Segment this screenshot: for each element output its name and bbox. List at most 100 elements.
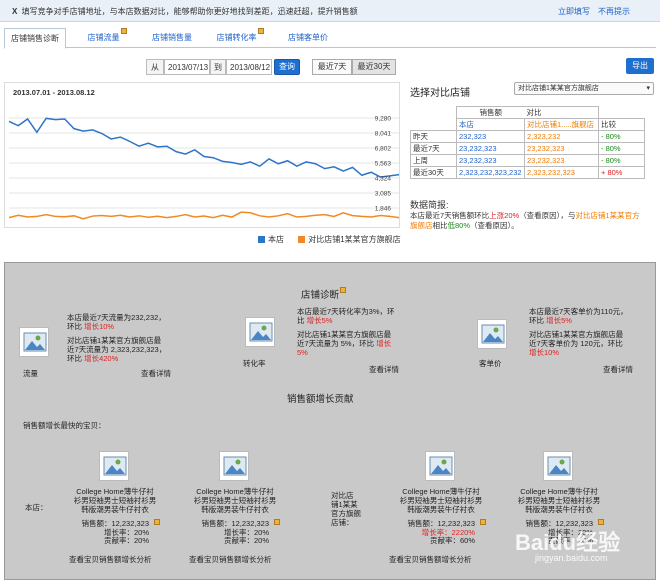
compare-table: 销售额 对比 本店 对比店铺1.....旗舰店 比较 昨天 232,323 2,… xyxy=(410,106,645,179)
title-line: 韩版潮男装牛仔衬衣 xyxy=(81,505,149,514)
text-highlight: 增长10% xyxy=(84,322,115,331)
product-image-icon xyxy=(425,451,455,481)
growth-title: 销售额增长贡献 xyxy=(287,394,354,405)
query-button[interactable]: 查询 xyxy=(274,59,300,75)
title-line: 韩版潮男装牛仔衬衣 xyxy=(407,505,475,514)
product-title[interactable]: College Home薄牛仔衬 衫男短袖男士短袖衬衫男 韩版潮男装牛仔衬衣 xyxy=(179,487,291,514)
notice-text: X 填写竞争对手店铺地址，与本店数据对比，能够帮助你更好地找到差距，迅速赶超，提… xyxy=(12,6,358,17)
picture-icon xyxy=(120,28,127,34)
title-line: 衫男短袖男士短袖衬衫男 xyxy=(73,496,157,505)
product-image-icon xyxy=(543,451,573,481)
text-line: 近7天流量为 2,323,232,323， xyxy=(67,345,167,354)
title-line: 衫男短袖男士短袖衬衫男 xyxy=(517,496,601,505)
tab-aov[interactable]: 店铺客单价 xyxy=(280,28,336,48)
brief-rise: 上涨20% xyxy=(489,211,520,220)
other-value: 2,323,232,323 xyxy=(524,166,599,179)
traffic-detail-link[interactable]: 查看详情 xyxy=(141,369,171,378)
text-highlight: 增长420% xyxy=(84,354,119,363)
tab-bar: 店铺销售诊断 店铺流量 店铺销售量 店铺转化率 店铺客单价 xyxy=(4,28,656,49)
last-7-days-button[interactable]: 最近7天 xyxy=(312,59,352,75)
growth-analysis-link[interactable]: 查看宝贝销售额增长分析 xyxy=(69,555,152,564)
chart-canvas: 9,280 8,041 6,802 5,563 4,324 3,085 1,846 2013.… xyxy=(8,88,400,220)
picture-icon xyxy=(274,519,280,525)
title-line: 韩版潮男装牛仔衬衣 xyxy=(201,505,269,514)
title-line: College Home薄牛仔衬 xyxy=(520,487,598,496)
growth-analysis-text[interactable]: 查看宝贝销售额增长分析 xyxy=(389,555,472,564)
product-stats: 销售额：12,232,323 增长率：20% 贡献率：20% xyxy=(193,519,269,546)
notice-bar: X 填写竞争对手店铺地址，与本店数据对比，能够帮助你更好地找到差距，迅速赶超，提… xyxy=(0,0,660,22)
table-row: 昨天 232,323 2,323,232 - 80% xyxy=(410,130,645,143)
close-icon[interactable]: X xyxy=(12,7,17,16)
conversion-text: 本店最近7天转化率为3%，环 比 增长5% 对比店铺1某某官方旗舰店最 近7天流… xyxy=(297,307,409,357)
table-row: 最近30天 2,323,232,323,232 2,323,232,323 + … xyxy=(410,166,645,179)
tab-conversion[interactable]: 店铺转化率 xyxy=(212,28,268,48)
product-title[interactable]: College Home薄牛仔衬 衫男短袖男士短袖衬衫男 韩版潮男装牛仔衬衣 xyxy=(59,487,171,514)
brief-text: 本店最近7天销售额环比上涨20%（查看原因），与对比店铺1某某官方 旗舰店相比低… xyxy=(410,211,658,231)
conversion-image-icon xyxy=(245,317,275,347)
product-image-icon xyxy=(99,451,129,481)
y-tick-label: 8,041 xyxy=(375,131,392,138)
picture-icon xyxy=(257,28,264,34)
dont-remind-link[interactable]: 不再提示 xyxy=(598,6,630,17)
select-value: 对比店铺1某某官方旗舰店 xyxy=(518,85,599,92)
last-30-days-button[interactable]: 最近30天 xyxy=(352,59,396,75)
chevron-down-icon: ▾ xyxy=(646,85,650,92)
series-line-compare xyxy=(8,211,400,220)
fill-now-link[interactable]: 立即填写 xyxy=(558,6,590,17)
col-ratio-header: 比较 xyxy=(598,118,645,131)
row-label: 最近30天 xyxy=(410,166,457,179)
baidu-watermark-url: jingyan.baidu.com xyxy=(535,553,608,563)
row-label: 最近7天 xyxy=(410,142,457,155)
ratio-value: + 80% xyxy=(598,166,645,179)
product-title[interactable]: College Home薄牛仔衬 衫男短袖男士短袖衬衫男 韩版潮男装牛仔衬衣 xyxy=(385,487,497,514)
sales-trend-chart: 9,280 8,041 6,802 5,563 4,324 3,085 1,846 2013.… xyxy=(4,82,400,228)
brief-part: 相比 xyxy=(432,221,448,230)
tab-traffic[interactable]: 店铺流量 xyxy=(82,28,132,48)
conversion-label: 转化率 xyxy=(243,359,266,368)
ratio-value: - 80% xyxy=(598,142,645,155)
title-line: College Home薄牛仔衬 xyxy=(76,487,154,496)
to-label: 到 xyxy=(210,59,226,75)
y-tick-label: 4,324 xyxy=(375,176,392,183)
title-line: College Home薄牛仔衬 xyxy=(402,487,480,496)
notice-message: 填写竞争对手店铺地址，与本店数据对比，能够帮助你更好地找到差距，迅速赶超，提升销… xyxy=(21,7,358,16)
text-highlight: 增长 xyxy=(376,339,392,348)
own-store-label: 本店： xyxy=(25,503,48,512)
legend-swatch xyxy=(298,236,306,244)
y-tick-label: 3,085 xyxy=(375,191,392,198)
product-image-icon xyxy=(219,451,249,481)
compare-store-select[interactable]: 对比店铺1某某官方旗舰店 ▾ xyxy=(514,82,654,95)
aov-detail-link[interactable]: 查看详情 xyxy=(603,365,633,374)
tab-label: 店铺转化率 xyxy=(216,33,257,42)
text-highlight: 增长5% xyxy=(306,316,333,325)
tab-label: 店铺销售量 xyxy=(152,33,192,42)
tab-sales-volume[interactable]: 店铺销售量 xyxy=(144,28,200,48)
picture-icon xyxy=(154,519,160,525)
conversion-detail-link[interactable]: 查看详情 xyxy=(369,365,399,374)
growth-analysis-text[interactable]: 查看宝贝销售额增长分析 xyxy=(189,555,272,564)
chart-legend: 本店 对比店铺1某某官方旗舰店 xyxy=(258,234,401,245)
text-line: 对比店铺1某某官方旗舰店最 xyxy=(529,330,624,339)
text-highlight: 增长5% xyxy=(546,316,572,325)
product-title[interactable]: College Home薄牛仔衬 衫男短袖男士短袖衬衫男 韩版潮男装牛仔衬衣 xyxy=(503,487,615,514)
tab-sales-diagnosis[interactable]: 店铺销售诊断 xyxy=(4,28,66,49)
ratio-value: - 80% xyxy=(598,154,645,167)
text-line: 本店最近7天客单价为110元， xyxy=(529,307,628,316)
title-line: 衫男短袖男士短袖衬衫男 xyxy=(193,496,277,505)
traffic-label: 流量 xyxy=(23,369,38,378)
export-button[interactable]: 导出 xyxy=(626,58,654,74)
col-sales-header: 销售额 xyxy=(456,106,525,119)
picture-icon xyxy=(480,519,486,525)
text-line: 本店最近7天流量为232,232， xyxy=(67,313,166,322)
label-line: 店铺： xyxy=(331,518,354,527)
aov-image-icon xyxy=(477,319,507,349)
image-placeholder-icon xyxy=(429,456,453,476)
to-date-input[interactable]: 2013/08/12 xyxy=(226,59,272,75)
aov-text: 本店最近7天客单价为110元， 环比 增长5% 对比店铺1某某官方旗舰店最 近7… xyxy=(529,307,645,357)
tab-label: 店铺销售诊断 xyxy=(11,34,59,43)
text-line: 对比店铺1某某官方旗舰店最 xyxy=(297,330,392,339)
legend-swatch xyxy=(258,236,265,244)
from-date-input[interactable]: 2013/07/13 xyxy=(164,59,210,75)
tab-label: 店铺流量 xyxy=(87,33,120,42)
brief-part: （查看原因），与 xyxy=(519,211,576,220)
